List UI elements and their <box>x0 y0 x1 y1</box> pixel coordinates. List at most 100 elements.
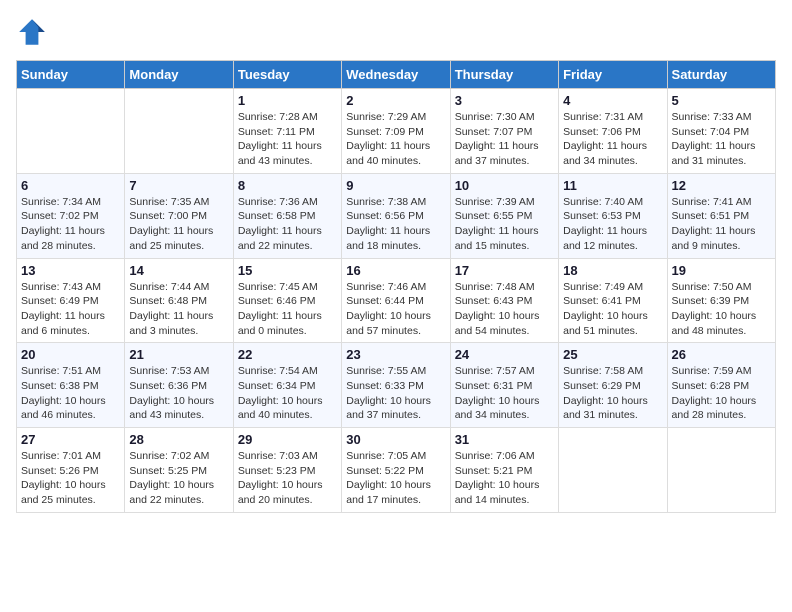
week-row-4: 20Sunrise: 7:51 AMSunset: 6:38 PMDayligh… <box>17 343 776 428</box>
day-number: 12 <box>672 178 771 193</box>
col-header-tuesday: Tuesday <box>233 61 341 89</box>
day-info: Sunrise: 7:45 AMSunset: 6:46 PMDaylight:… <box>238 280 337 339</box>
day-number: 22 <box>238 347 337 362</box>
day-info: Sunrise: 7:35 AMSunset: 7:00 PMDaylight:… <box>129 195 228 254</box>
day-info: Sunrise: 7:43 AMSunset: 6:49 PMDaylight:… <box>21 280 120 339</box>
day-info: Sunrise: 7:55 AMSunset: 6:33 PMDaylight:… <box>346 364 445 423</box>
day-info: Sunrise: 7:58 AMSunset: 6:29 PMDaylight:… <box>563 364 662 423</box>
calendar-cell: 21 Sunrise: 7:53 AMSunset: 6:36 PMDayligh… <box>125 343 233 428</box>
day-number: 8 <box>238 178 337 193</box>
day-number: 27 <box>21 432 120 447</box>
day-info: Sunrise: 7:39 AMSunset: 6:55 PMDaylight:… <box>455 195 554 254</box>
calendar-cell: 12 Sunrise: 7:41 AMSunset: 6:51 PMDayligh… <box>667 173 775 258</box>
calendar-cell: 13 Sunrise: 7:43 AMSunset: 6:49 PMDayligh… <box>17 258 125 343</box>
week-row-2: 6Sunrise: 7:34 AMSunset: 7:02 PMDaylight… <box>17 173 776 258</box>
day-info: Sunrise: 7:28 AMSunset: 7:11 PMDaylight:… <box>238 110 337 169</box>
day-number: 18 <box>563 263 662 278</box>
day-info: Sunrise: 7:29 AMSunset: 7:09 PMDaylight:… <box>346 110 445 169</box>
col-header-monday: Monday <box>125 61 233 89</box>
calendar-cell: 1 Sunrise: 7:28 AMSunset: 7:11 PMDaylight… <box>233 89 341 174</box>
calendar-cell: 14 Sunrise: 7:44 AMSunset: 6:48 PMDayligh… <box>125 258 233 343</box>
day-info: Sunrise: 7:51 AMSunset: 6:38 PMDaylight:… <box>21 364 120 423</box>
calendar-cell: 9 Sunrise: 7:38 AMSunset: 6:56 PMDaylight… <box>342 173 450 258</box>
day-info: Sunrise: 7:40 AMSunset: 6:53 PMDaylight:… <box>563 195 662 254</box>
calendar-table: SundayMondayTuesdayWednesdayThursdayFrid… <box>16 60 776 513</box>
page-header <box>16 16 776 48</box>
calendar-cell: 18 Sunrise: 7:49 AMSunset: 6:41 PMDayligh… <box>559 258 667 343</box>
calendar-cell: 16 Sunrise: 7:46 AMSunset: 6:44 PMDayligh… <box>342 258 450 343</box>
calendar-cell: 6Sunrise: 7:34 AMSunset: 7:02 PMDaylight… <box>17 173 125 258</box>
day-info: Sunrise: 7:36 AMSunset: 6:58 PMDaylight:… <box>238 195 337 254</box>
day-number: 13 <box>21 263 120 278</box>
day-number: 2 <box>346 93 445 108</box>
calendar-cell: 3Sunrise: 7:30 AMSunset: 7:07 PMDaylight… <box>450 89 558 174</box>
calendar-cell <box>667 428 775 513</box>
day-number: 1 <box>238 93 337 108</box>
col-header-saturday: Saturday <box>667 61 775 89</box>
calendar-cell: 10Sunrise: 7:39 AMSunset: 6:55 PMDayligh… <box>450 173 558 258</box>
calendar-cell: 26Sunrise: 7:59 AMSunset: 6:28 PMDayligh… <box>667 343 775 428</box>
day-number: 16 <box>346 263 445 278</box>
day-info: Sunrise: 7:03 AMSunset: 5:23 PMDaylight:… <box>238 449 337 508</box>
day-info: Sunrise: 7:48 AMSunset: 6:43 PMDaylight:… <box>455 280 554 339</box>
day-info: Sunrise: 7:34 AMSunset: 7:02 PMDaylight:… <box>21 195 120 254</box>
day-number: 11 <box>563 178 662 193</box>
calendar-cell: 19 Sunrise: 7:50 AMSunset: 6:39 PMDayligh… <box>667 258 775 343</box>
day-number: 23 <box>346 347 445 362</box>
calendar-cell: 25 Sunrise: 7:58 AMSunset: 6:29 PMDayligh… <box>559 343 667 428</box>
week-row-1: 1 Sunrise: 7:28 AMSunset: 7:11 PMDaylight… <box>17 89 776 174</box>
day-info: Sunrise: 7:49 AMSunset: 6:41 PMDaylight:… <box>563 280 662 339</box>
col-header-sunday: Sunday <box>17 61 125 89</box>
calendar-cell: 11 Sunrise: 7:40 AMSunset: 6:53 PMDayligh… <box>559 173 667 258</box>
calendar-cell: 7 Sunrise: 7:35 AMSunset: 7:00 PMDaylight… <box>125 173 233 258</box>
day-info: Sunrise: 7:31 AMSunset: 7:06 PMDaylight:… <box>563 110 662 169</box>
day-info: Sunrise: 7:33 AMSunset: 7:04 PMDaylight:… <box>672 110 771 169</box>
calendar-cell <box>125 89 233 174</box>
day-number: 15 <box>238 263 337 278</box>
day-info: Sunrise: 7:46 AMSunset: 6:44 PMDaylight:… <box>346 280 445 339</box>
col-header-friday: Friday <box>559 61 667 89</box>
calendar-cell: 5Sunrise: 7:33 AMSunset: 7:04 PMDaylight… <box>667 89 775 174</box>
calendar-cell <box>17 89 125 174</box>
day-info: Sunrise: 7:02 AMSunset: 5:25 PMDaylight:… <box>129 449 228 508</box>
day-number: 30 <box>346 432 445 447</box>
col-header-thursday: Thursday <box>450 61 558 89</box>
day-info: Sunrise: 7:05 AMSunset: 5:22 PMDaylight:… <box>346 449 445 508</box>
day-info: Sunrise: 7:06 AMSunset: 5:21 PMDaylight:… <box>455 449 554 508</box>
day-number: 24 <box>455 347 554 362</box>
calendar-cell: 4 Sunrise: 7:31 AMSunset: 7:06 PMDaylight… <box>559 89 667 174</box>
day-number: 9 <box>346 178 445 193</box>
day-info: Sunrise: 7:41 AMSunset: 6:51 PMDaylight:… <box>672 195 771 254</box>
day-info: Sunrise: 7:59 AMSunset: 6:28 PMDaylight:… <box>672 364 771 423</box>
calendar-cell: 17 Sunrise: 7:48 AMSunset: 6:43 PMDayligh… <box>450 258 558 343</box>
calendar-cell: 15 Sunrise: 7:45 AMSunset: 6:46 PMDayligh… <box>233 258 341 343</box>
calendar-cell: 28 Sunrise: 7:02 AMSunset: 5:25 PMDayligh… <box>125 428 233 513</box>
day-number: 19 <box>672 263 771 278</box>
week-row-3: 13 Sunrise: 7:43 AMSunset: 6:49 PMDayligh… <box>17 258 776 343</box>
day-info: Sunrise: 7:01 AMSunset: 5:26 PMDaylight:… <box>21 449 120 508</box>
logo-icon <box>16 16 48 48</box>
calendar-cell: 2 Sunrise: 7:29 AMSunset: 7:09 PMDaylight… <box>342 89 450 174</box>
day-number: 28 <box>129 432 228 447</box>
day-info: Sunrise: 7:53 AMSunset: 6:36 PMDaylight:… <box>129 364 228 423</box>
day-info: Sunrise: 7:44 AMSunset: 6:48 PMDaylight:… <box>129 280 228 339</box>
day-number: 4 <box>563 93 662 108</box>
day-number: 31 <box>455 432 554 447</box>
day-info: Sunrise: 7:50 AMSunset: 6:39 PMDaylight:… <box>672 280 771 339</box>
day-number: 25 <box>563 347 662 362</box>
week-row-5: 27 Sunrise: 7:01 AMSunset: 5:26 PMDayligh… <box>17 428 776 513</box>
day-info: Sunrise: 7:54 AMSunset: 6:34 PMDaylight:… <box>238 364 337 423</box>
day-info: Sunrise: 7:38 AMSunset: 6:56 PMDaylight:… <box>346 195 445 254</box>
day-number: 7 <box>129 178 228 193</box>
calendar-cell: 31 Sunrise: 7:06 AMSunset: 5:21 PMDayligh… <box>450 428 558 513</box>
day-number: 14 <box>129 263 228 278</box>
calendar-cell: 27 Sunrise: 7:01 AMSunset: 5:26 PMDayligh… <box>17 428 125 513</box>
calendar-cell: 30 Sunrise: 7:05 AMSunset: 5:22 PMDayligh… <box>342 428 450 513</box>
calendar-cell: 23 Sunrise: 7:55 AMSunset: 6:33 PMDayligh… <box>342 343 450 428</box>
col-header-wednesday: Wednesday <box>342 61 450 89</box>
day-number: 21 <box>129 347 228 362</box>
calendar-cell: 8 Sunrise: 7:36 AMSunset: 6:58 PMDaylight… <box>233 173 341 258</box>
day-number: 17 <box>455 263 554 278</box>
calendar-cell: 24Sunrise: 7:57 AMSunset: 6:31 PMDayligh… <box>450 343 558 428</box>
day-info: Sunrise: 7:30 AMSunset: 7:07 PMDaylight:… <box>455 110 554 169</box>
